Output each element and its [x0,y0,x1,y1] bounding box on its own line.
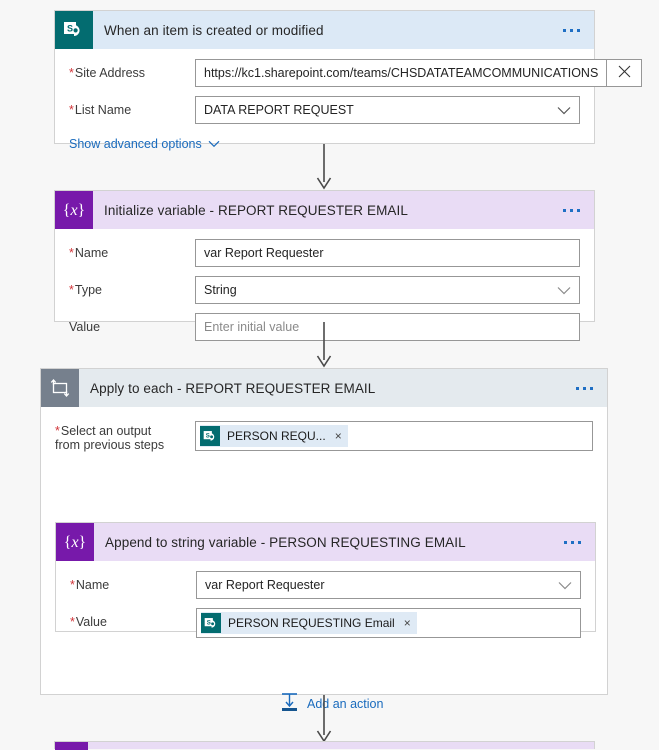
site-address-label: *Site Address [69,66,146,80]
select-output-token-input[interactable]: S PERSON REQU... × [195,421,593,451]
close-icon[interactable]: × [404,617,411,629]
list-name-label: *List Name [69,103,132,117]
sharepoint-icon: S [55,11,93,49]
append-card-header[interactable]: {x} Append to string variable - PERSON R… [56,523,595,561]
svg-text:S: S [205,432,209,439]
site-address-clear-button[interactable] [607,59,643,87]
append-name-value: var Report Requester [205,578,325,592]
required-marker: * [70,578,75,592]
chevron-down-icon[interactable] [557,97,571,123]
apply-to-each-card-title: Apply to each - REPORT REQUESTER EMAIL [90,380,376,396]
field-row-site-address: *Site Address https://kc1.sharepoint.com… [69,59,643,87]
trigger-card-header[interactable]: S When an item is created or modified [55,11,594,49]
variable-icon [55,742,88,750]
required-marker: * [69,103,74,117]
initialize-variable-card[interactable]: {x} Initialize variable - REPORT REQUEST… [54,190,595,341]
close-icon [618,65,631,81]
select-output-label: *Select an output from previous steps [55,424,165,452]
variable-icon: {x} [56,523,94,561]
sharepoint-icon: S [200,426,220,446]
insert-action-icon [280,692,299,715]
required-marker: * [69,66,74,80]
show-advanced-options-link[interactable]: Show advanced options [69,137,220,151]
show-advanced-options-label: Show advanced options [69,137,202,151]
append-card-body: *Name var Report Requester *Value S PERS… [56,561,595,650]
apply-to-each-card-body: *Select an output from previous steps S [41,407,607,711]
chevron-down-icon [208,137,220,151]
required-marker: * [69,246,74,260]
close-icon[interactable]: × [335,430,342,442]
initialize-variable-overflow-menu-icon[interactable] [557,208,594,212]
var-value-label: Value [69,320,101,334]
append-name-dropdown[interactable]: var Report Requester [196,571,581,599]
apply-to-each-card[interactable]: Apply to each - REPORT REQUESTER EMAIL *… [40,368,608,711]
next-card-partial[interactable] [54,741,595,750]
field-row-append-value: *Value S PERSON REQUESTING Email × [70,608,581,638]
connector-init-to-loop [313,322,335,368]
field-row-select-output: *Select an output from previous steps S [55,421,593,452]
token-chip-label: PERSON REQUESTING Email [228,616,395,630]
svg-text:{x}: {x} [63,202,85,219]
trigger-card-title: When an item is created or modified [104,22,324,38]
initialize-variable-card-header[interactable]: {x} Initialize variable - REPORT REQUEST… [55,191,594,229]
append-card-title: Append to string variable - PERSON REQUE… [105,534,466,550]
required-marker: * [55,424,60,438]
append-value-token-input[interactable]: S PERSON REQUESTING Email × [196,608,581,638]
field-row-var-name: *Name var Report Requester [69,239,580,267]
trigger-card-overflow-menu-icon[interactable] [557,28,594,32]
required-marker: * [70,615,75,629]
site-address-input[interactable]: https://kc1.sharepoint.com/teams/CHSDATA… [195,59,608,87]
token-chip-label: PERSON REQU... [227,429,326,443]
append-name-label: *Name [70,578,110,592]
var-type-value: String [204,283,237,297]
connector-loop-to-next [313,695,335,743]
field-row-append-name: *Name var Report Requester [70,571,581,599]
variable-icon: {x} [55,191,93,229]
append-value-label: *Value [70,615,107,629]
trigger-card-when-item-created-or-modified[interactable]: S When an item is created or modified *S… [54,10,643,151]
required-marker: * [69,283,74,297]
append-card-overflow-menu-icon[interactable] [558,540,595,544]
list-name-value: DATA REPORT REQUEST [204,103,354,117]
append-to-string-variable-card[interactable]: {x} Append to string variable - PERSON R… [55,522,596,638]
list-name-dropdown[interactable]: DATA REPORT REQUEST [195,96,580,124]
var-type-dropdown[interactable]: String [195,276,580,304]
field-row-list-name: *List Name DATA REPORT REQUEST [69,96,580,124]
chevron-down-icon[interactable] [558,572,572,598]
loop-icon [41,369,79,407]
svg-text:{x}: {x} [64,534,86,551]
token-chip-person-requesting-email[interactable]: S PERSON REQUESTING Email × [201,612,417,634]
token-chip-person-requester[interactable]: S PERSON REQU... × [200,425,348,447]
var-name-label: *Name [69,246,109,260]
apply-to-each-card-header[interactable]: Apply to each - REPORT REQUESTER EMAIL [41,369,607,407]
initialize-variable-card-title: Initialize variable - REPORT REQUESTER E… [104,202,408,218]
apply-to-each-overflow-menu-icon[interactable] [570,386,607,390]
chevron-down-icon[interactable] [557,277,571,303]
svg-text:S: S [67,24,73,34]
var-name-input[interactable]: var Report Requester [195,239,580,267]
connector-trigger-to-init [313,144,335,190]
field-row-var-type: *Type String [69,276,580,304]
sharepoint-icon: S [201,613,221,633]
var-value-input[interactable]: Enter initial value [195,313,580,341]
svg-text:S: S [206,619,210,626]
var-type-label: *Type [69,283,102,297]
flow-designer-canvas: S When an item is created or modified *S… [0,0,659,750]
